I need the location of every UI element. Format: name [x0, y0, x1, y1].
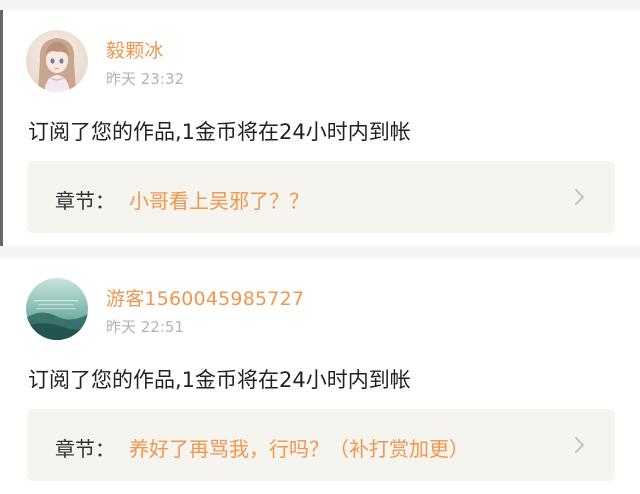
- chevron-right-icon: [569, 435, 589, 455]
- notification-message: 订阅了您的作品,1金币将在24小时内到帐: [28, 368, 411, 392]
- chapter-title: 小哥看上吴邪了？？: [129, 189, 309, 213]
- avatar[interactable]: [26, 30, 88, 92]
- chapter-label: 章节：: [55, 437, 115, 461]
- notification-card: 毅颗冰 昨天 23:32 订阅了您的作品,1金币将在24小时内到帐 章节： 小哥…: [0, 10, 640, 246]
- timestamp: 昨天 23:32: [106, 70, 184, 88]
- username[interactable]: 毅颗冰: [106, 36, 164, 63]
- notification-message: 订阅了您的作品,1金币将在24小时内到帐: [28, 120, 411, 144]
- anime-girl-avatar-icon: [26, 30, 88, 92]
- username[interactable]: 游客1560045985727: [106, 284, 304, 311]
- avatar[interactable]: [26, 278, 88, 340]
- left-edge-divider: [0, 10, 3, 246]
- chapter-link[interactable]: 章节： 养好了再骂我，行吗？（补打赏加更）: [27, 409, 615, 481]
- chapter-title: 养好了再骂我，行吗？（补打赏加更）: [129, 437, 469, 461]
- timestamp: 昨天 22:51: [106, 318, 184, 336]
- notification-list: 毅颗冰 昨天 23:32 订阅了您的作品,1金币将在24小时内到帐 章节： 小哥…: [0, 0, 640, 494]
- chapter-label: 章节：: [55, 189, 115, 213]
- notification-card: 游客1560045985727 昨天 22:51 订阅了您的作品,1金币将在24…: [0, 258, 640, 494]
- chevron-right-icon: [569, 187, 589, 207]
- chapter-link[interactable]: 章节： 小哥看上吴邪了？？: [27, 161, 615, 233]
- landscape-avatar-icon: [26, 278, 88, 340]
